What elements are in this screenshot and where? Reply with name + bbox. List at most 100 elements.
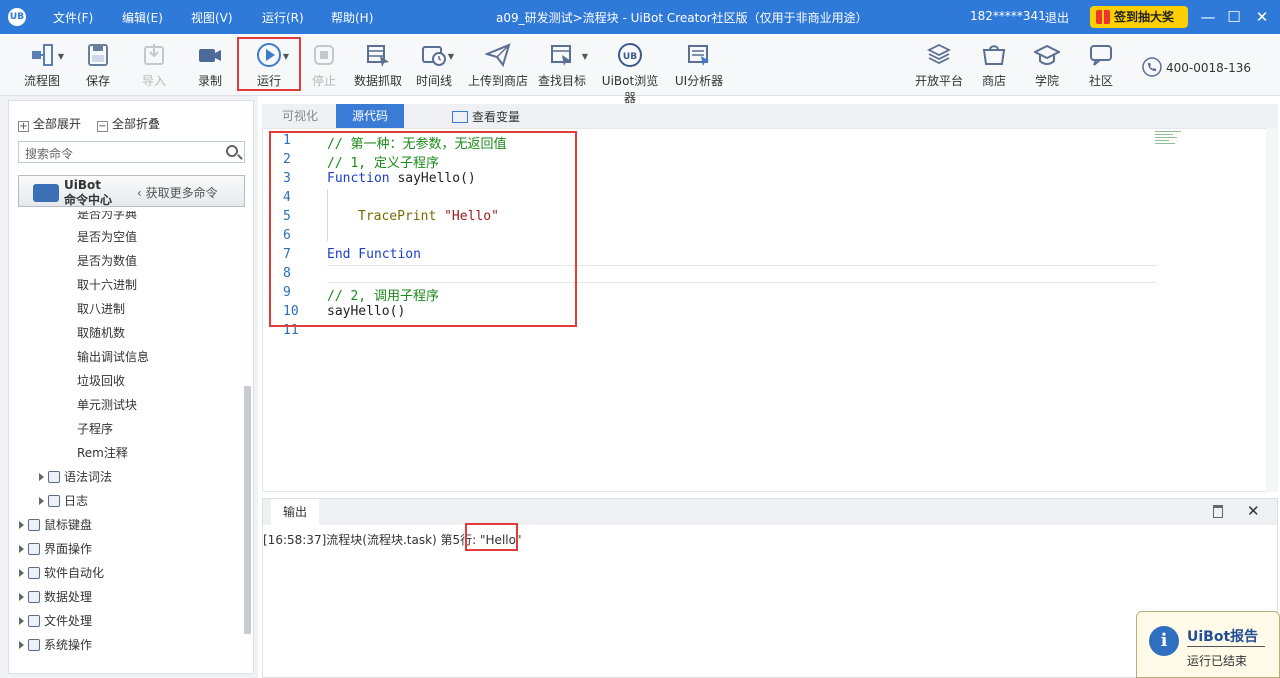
open-platform-button[interactable]: 开放平台 — [914, 40, 964, 92]
close-window-button[interactable]: ✕ — [1252, 7, 1272, 27]
record-label: 录制 — [197, 74, 222, 88]
toolbar: 流程图 ▼ 保存 导入 录制 运行 ▼ 停止 数据抓取 时间线 ▼ 上传到商店 … — [0, 34, 1280, 105]
find-target-button[interactable]: 查找目标 ▼ — [538, 40, 588, 92]
ui-analyzer-button[interactable]: UI分析器 — [674, 40, 724, 92]
trash-icon[interactable] — [1213, 505, 1223, 518]
phone-number: 400-0018-136 — [1166, 61, 1252, 75]
editor-scrollbar[interactable] — [1266, 128, 1278, 492]
tree-category-ui-operation[interactable]: 界面操作 — [19, 540, 92, 557]
menu-edit[interactable]: 编辑(E) — [122, 9, 163, 26]
open-platform-label: 开放平台 — [914, 74, 963, 88]
tree-category-file-processing[interactable]: 文件处理 — [19, 612, 92, 629]
tab-source[interactable]: 源代码 — [336, 104, 405, 128]
command-list-scrollbar[interactable] — [244, 386, 251, 634]
community-button[interactable]: 社区 — [1087, 40, 1115, 92]
search-icon[interactable] — [226, 145, 238, 157]
maximize-button[interactable]: ☐ — [1224, 7, 1244, 27]
tab-visual[interactable]: 可视化 — [266, 104, 334, 128]
output-header: 输出 ✕ — [263, 499, 1277, 525]
list-item[interactable]: 是否为数值 — [77, 252, 137, 269]
report-notification[interactable]: i UiBot报告 运行已结束 — [1136, 611, 1280, 678]
menu-help[interactable]: 帮助(H) — [331, 9, 373, 26]
tree-group-label: 日志 — [64, 494, 89, 508]
view-variables-button[interactable]: 查看变量 — [452, 108, 520, 125]
list-item[interactable]: 取八进制 — [77, 300, 125, 317]
log-prefix: [16:58:37]流程块(流程块.task) 第5行: — [263, 533, 481, 547]
output-highlight-box — [465, 523, 518, 551]
list-item[interactable]: 单元测试块 — [77, 396, 137, 413]
command-center-button[interactable]: UiBot 命令中心 ‹ 获取更多命令 — [18, 175, 245, 207]
command-list: 是否为字典 是否为空值 是否为数值 取十六进制 取八进制 取随机数 输出调试信息… — [9, 211, 241, 673]
chevron-right-icon — [19, 641, 24, 649]
timeline-button[interactable]: 时间线 ▼ — [416, 40, 454, 92]
import-icon — [144, 44, 164, 65]
category-label: 界面操作 — [44, 542, 93, 556]
view-variables-label: 查看变量 — [472, 110, 521, 124]
list-item[interactable]: 垃圾回收 — [77, 372, 125, 389]
puzzle-icon — [33, 184, 59, 202]
menu-file[interactable]: 文件(F) — [53, 9, 93, 26]
store-label: 商店 — [981, 74, 1006, 88]
menu-view[interactable]: 视图(V) — [191, 9, 233, 26]
save-label: 保存 — [85, 74, 110, 88]
browser-icon: UB — [618, 43, 642, 67]
menu-run[interactable]: 运行(R) — [262, 9, 304, 26]
variables-icon — [452, 111, 468, 123]
logout-link[interactable]: 退出 — [1045, 9, 1069, 26]
expand-all-label: 全部展开 — [33, 117, 82, 131]
tree-category-software-automation[interactable]: 软件自动化 — [19, 564, 104, 581]
stop-icon — [314, 45, 334, 65]
category-label: 文件处理 — [44, 614, 93, 628]
uibot-browser-button[interactable]: UB UiBot浏览器 — [596, 40, 664, 105]
store-button[interactable]: 商店 — [980, 40, 1008, 92]
syntax-icon — [48, 471, 60, 483]
info-icon: i — [1149, 626, 1179, 656]
chevron-right-icon — [19, 569, 24, 577]
academy-label: 学院 — [1034, 74, 1059, 88]
svg-text:UB: UB — [623, 52, 637, 62]
code-minimap[interactable] — [1155, 131, 1183, 153]
store-icon — [982, 45, 1006, 65]
tree-group-syntax[interactable]: 语法词法 — [39, 468, 112, 485]
upload-store-button[interactable]: 上传到商店 — [468, 40, 528, 92]
report-title: UiBot报告 — [1187, 629, 1259, 645]
flowchart-button[interactable]: 流程图 ▼ — [22, 40, 64, 92]
category-label: 鼠标键盘 — [44, 518, 93, 532]
save-button[interactable]: 保存 — [84, 40, 112, 92]
account-name[interactable]: 182*****341 — [970, 9, 1046, 23]
chevron-right-icon — [39, 497, 44, 505]
chevron-left-icon: ‹ — [137, 186, 146, 200]
get-more-commands[interactable]: ‹ 获取更多命令 — [137, 184, 218, 201]
list-item[interactable]: 是否为字典 — [77, 211, 137, 222]
command-search-input[interactable]: 搜索命令 — [18, 141, 245, 163]
tree-category-system-operation[interactable]: 系统操作 — [19, 636, 92, 653]
tab-output[interactable]: 输出 — [271, 499, 320, 525]
code-highlight-box — [269, 131, 577, 327]
divider — [1187, 646, 1265, 647]
community-label: 社区 — [1088, 74, 1113, 88]
minimize-button[interactable]: — — [1198, 7, 1218, 27]
tree-group-log[interactable]: 日志 — [39, 492, 88, 509]
record-icon — [199, 49, 221, 62]
academy-button[interactable]: 学院 — [1033, 40, 1061, 92]
chevron-right-icon — [19, 593, 24, 601]
import-button[interactable]: 导入 — [140, 40, 168, 92]
list-item[interactable]: 是否为空值 — [77, 228, 137, 245]
record-button[interactable]: 录制 — [196, 40, 224, 92]
tree-category-mouse-keyboard[interactable]: 鼠标键盘 — [19, 516, 92, 533]
expand-all-button[interactable]: + 全部展开 — [18, 115, 81, 132]
collapse-all-button[interactable]: − 全部折叠 — [97, 115, 160, 132]
software-automation-icon — [28, 567, 40, 579]
stop-button[interactable]: 停止 — [310, 40, 338, 92]
signin-lottery-button[interactable]: 签到抽大奖 — [1090, 6, 1188, 28]
list-item[interactable]: 输出调试信息 — [77, 348, 149, 365]
close-icon[interactable]: ✕ — [1247, 502, 1260, 520]
list-item[interactable]: 取十六进制 — [77, 276, 137, 293]
tree-group-label: 语法词法 — [64, 470, 113, 484]
file-processing-icon — [28, 615, 40, 627]
list-item[interactable]: 取随机数 — [77, 324, 125, 341]
tree-category-data-processing[interactable]: 数据处理 — [19, 588, 92, 605]
list-item[interactable]: 子程序 — [77, 420, 113, 437]
data-scrape-button[interactable]: 数据抓取 — [354, 40, 402, 92]
list-item[interactable]: Rem注释 — [77, 444, 128, 461]
